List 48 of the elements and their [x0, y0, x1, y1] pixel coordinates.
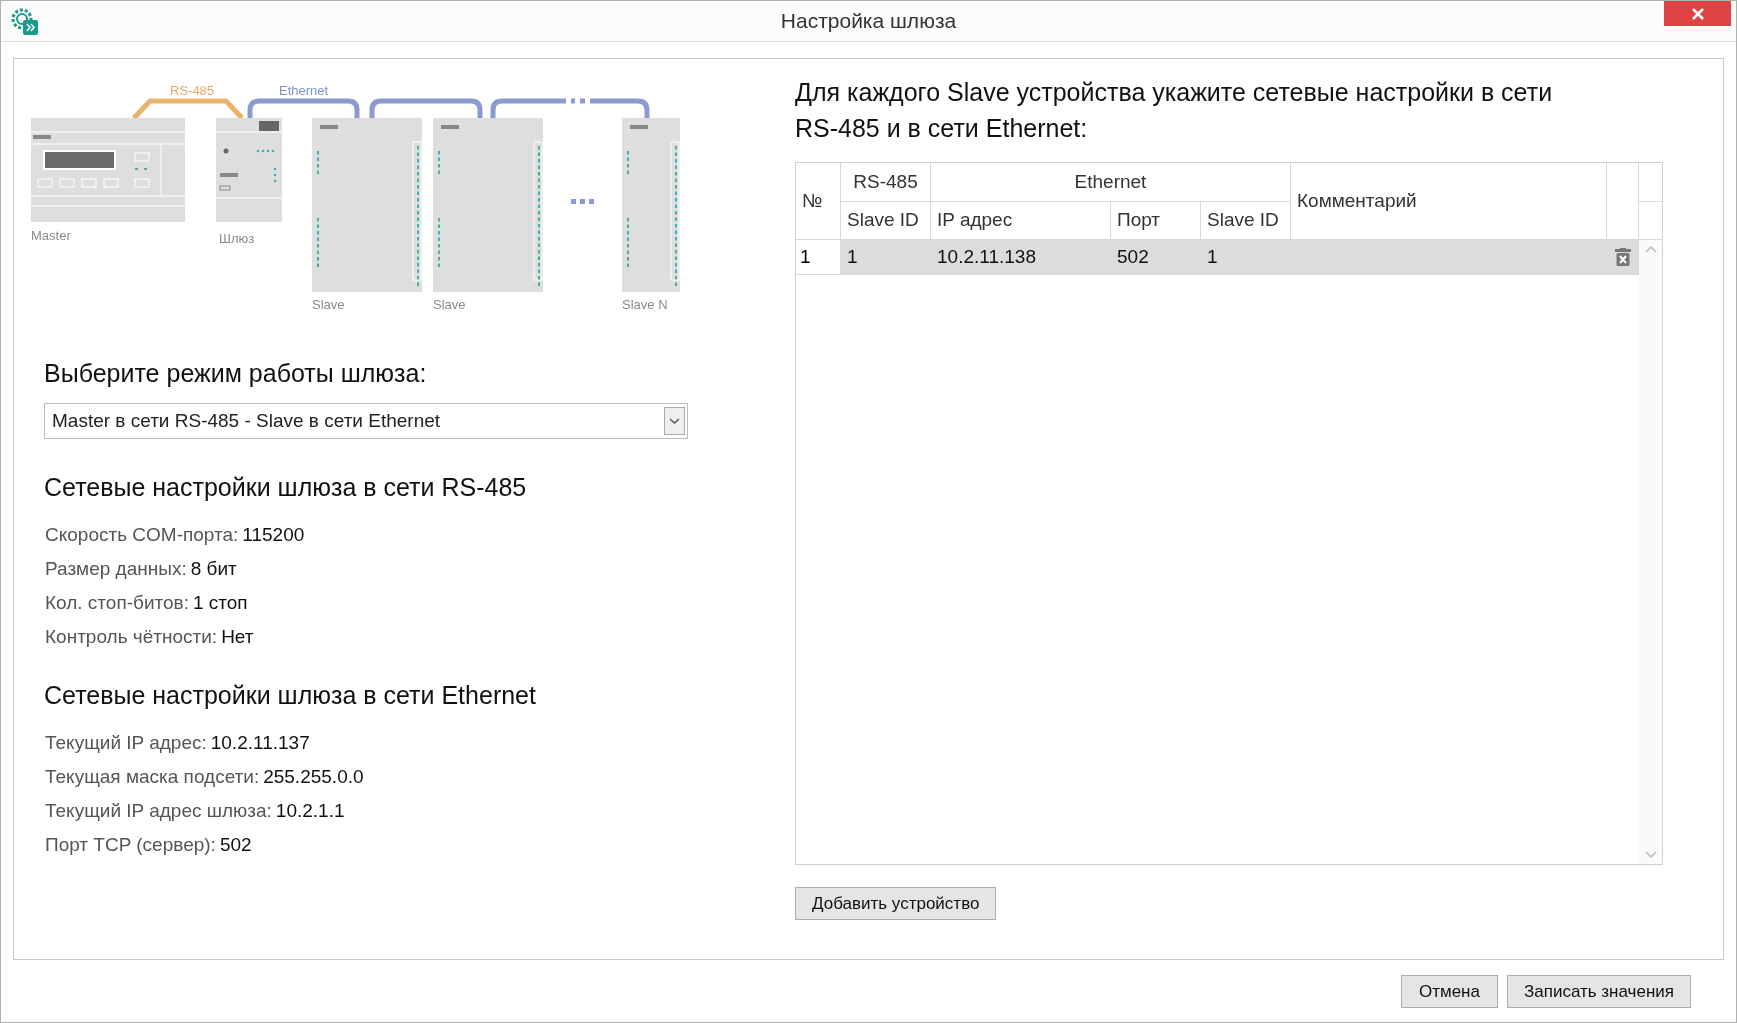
device-label: Шлюз: [219, 231, 255, 246]
column-group-header: Ethernet: [931, 163, 1291, 202]
vertical-scrollbar[interactable]: [1639, 240, 1662, 864]
setting-value: 10.2.1.1: [275, 799, 345, 823]
setting-label: Скорость COM-порта:: [45, 523, 239, 547]
link-label: RS-485: [170, 83, 215, 98]
row-number-cell: 1: [796, 240, 841, 275]
setting-label: Текущий IP адрес:: [45, 731, 207, 755]
table-cell: 502: [1111, 240, 1201, 275]
table-cell: 1: [841, 240, 931, 275]
setting-value: 255.255.0.0: [263, 765, 364, 789]
table-cell: 1: [1201, 240, 1291, 275]
setting-label: Размер данных:: [45, 557, 187, 581]
device-label: Slave N: [622, 297, 668, 312]
close-button[interactable]: [1664, 1, 1731, 26]
setting-value: 115200: [242, 523, 305, 547]
delete-button[interactable]: [1613, 247, 1632, 267]
section-heading: Выберите режим работы шлюза:: [43, 358, 428, 389]
table-heading: Для каждого Slave устройства укажите сетевые настройки в сети RS-485 и в сети Ethernet:: [795, 77, 1554, 144]
device-label: Slave: [312, 297, 345, 312]
device-label: Master: [31, 228, 71, 243]
section-heading: Сетевые настройки шлюза в сети Ethernet: [43, 680, 537, 711]
app-icon: [9, 6, 39, 36]
cancel-button[interactable]: Отмена: [1400, 975, 1498, 1008]
section-heading: Сетевые настройки шлюза в сети RS-485: [43, 472, 528, 503]
setting-value: 8 бит: [190, 557, 237, 581]
setting-label: Кол. стоп-битов:: [45, 591, 189, 615]
save-values-button[interactable]: Записать значения: [1506, 975, 1691, 1008]
setting-label: Текущий IP адрес шлюза:: [45, 799, 272, 823]
trash-icon: [1614, 248, 1631, 266]
close-icon: [1691, 7, 1704, 20]
link-label: Ethernet: [279, 83, 329, 98]
column-group-header: RS-485: [841, 163, 931, 202]
setting-value: 502: [219, 833, 252, 857]
device-label: Slave: [433, 297, 466, 312]
scroll-up-icon: [1644, 246, 1657, 253]
setting-value: Нет: [221, 625, 254, 649]
window-title: Настройка шлюза: [780, 8, 957, 35]
scroll-down-icon: [1644, 851, 1657, 858]
table-cell: 10.2.11.138: [931, 240, 1111, 275]
add-device-button[interactable]: Добавить устройство: [795, 887, 997, 920]
ellipsis-icon: [571, 199, 594, 204]
mode-dropdown[interactable]: Master в сети RS-485 - Slave в сети Ethernet: [44, 403, 688, 439]
setting-value: 10.2.11.137: [210, 731, 310, 755]
setting-label: Порт TCP (сервер):: [45, 833, 216, 857]
setting-label: Текущая маска подсети:: [45, 765, 260, 789]
setting-value: 1 стоп: [192, 591, 248, 615]
setting-label: Контроль чётности:: [45, 625, 218, 649]
